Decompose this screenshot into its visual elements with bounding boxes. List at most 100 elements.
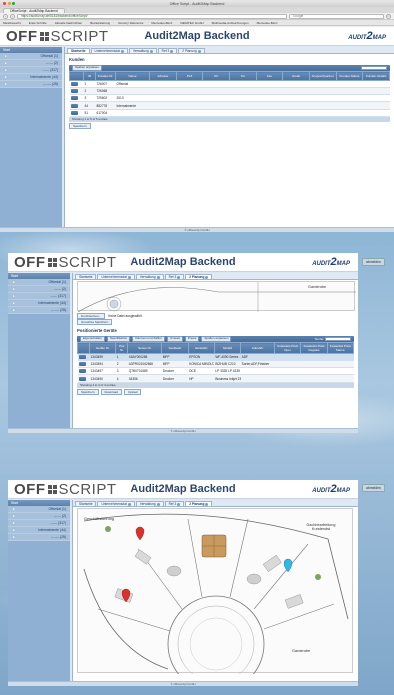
- table-row[interactable]: 44 882778 Internalmente: [69, 101, 390, 110]
- subtab-umwelt[interactable]: Umwelt: [166, 336, 183, 342]
- tab-unternehmensdaten[interactable]: Unternehmensdat: [97, 501, 135, 506]
- edit-row-button[interactable]: [78, 355, 86, 360]
- tab-verwaltung[interactable]: Verwaltung: [135, 501, 164, 506]
- edit-row-button[interactable]: [70, 82, 78, 87]
- expand-icon[interactable]: ▸: [5, 53, 7, 59]
- home-icon[interactable]: ⌂: [386, 13, 391, 19]
- edit-row-button[interactable]: [70, 103, 78, 108]
- app-window-3: OFF SCRIPT Audit2Map Backend AUDIT2MAP S…: [8, 480, 358, 686]
- upload-button[interactable]: Upload: [123, 388, 142, 395]
- floorplan-canvas[interactable]: Geschäftsführung Dachbearbeitung Kundend…: [77, 508, 353, 686]
- table-row[interactable]: 3 725602 2013: [69, 94, 390, 103]
- tab-unternehmensdaten[interactable]: Unternehmensdat: [97, 274, 135, 279]
- sidebar-item[interactable]: ▸ Internalmente (44): [0, 74, 62, 81]
- table-row[interactable]: 1 726007 Offsmial: [69, 80, 390, 89]
- main-content: Startseite Unternehmensdat Verwaltung Re…: [72, 273, 358, 433]
- edit-row-button[interactable]: [78, 376, 86, 381]
- sidebar-item[interactable]: ▸ Offsmial (1): [8, 279, 70, 286]
- save-button[interactable]: Speichern: [77, 388, 99, 395]
- window-controls: [3, 2, 15, 5]
- browser-tab[interactable]: OfficeScript - Audit2Map Backend: [3, 8, 65, 13]
- forward-arrow-icon[interactable]: ›: [10, 13, 15, 19]
- sidebar-item[interactable]: ▸ ------ (2): [8, 513, 70, 520]
- plan-label: Garderobe: [292, 649, 311, 653]
- minimize-window-button[interactable]: [7, 2, 11, 5]
- logout-button[interactable]: abmelden: [362, 258, 385, 266]
- bookmark-item[interactable]: Grocery Reference: [118, 21, 143, 25]
- tab-ref3[interactable]: Ref 3: [157, 48, 178, 53]
- save-button[interactable]: Speichern: [69, 122, 91, 129]
- sidebar-item[interactable]: ▸ ------- (25): [0, 81, 62, 88]
- browser-search-input[interactable]: Google: [289, 13, 384, 19]
- sidebar-item[interactable]: ▸ Internalmente (44): [8, 300, 70, 307]
- sidebar-item[interactable]: ▸ ------ (317): [0, 67, 62, 74]
- sidebar-item[interactable]: ▸ ------ (2): [8, 286, 70, 293]
- table-row[interactable]: 1343499 1 X6AY000258 MFP EPSON WF-4090 Series…: [77, 353, 354, 362]
- bookmark-item[interactable]: Betriebsleitung: [90, 21, 110, 25]
- edit-row-button[interactable]: [78, 362, 86, 367]
- columns-button[interactable]: Spalten anpassen: [201, 336, 232, 342]
- subtab-preise[interactable]: Preise: [184, 336, 200, 342]
- sidebar-item[interactable]: ▸ ------- (25): [8, 534, 70, 541]
- close-tab-icon: [149, 49, 153, 53]
- table-row[interactable]: 1343494 2 A3PR021062666 MFP KONICA MINOLTA BI…: [77, 360, 354, 369]
- tab-startseite[interactable]: Startseite: [67, 48, 90, 53]
- expand-icon[interactable]: ▸: [5, 67, 7, 73]
- table-search-input[interactable]: [325, 337, 351, 341]
- edit-row-button[interactable]: [70, 96, 78, 101]
- expand-icon[interactable]: ▸: [5, 74, 7, 80]
- tab-verwaltung[interactable]: Verwaltung: [135, 274, 164, 279]
- bookmark-item[interactable]: Mercedes-Benz: [257, 21, 278, 25]
- edit-row-button[interactable]: [78, 369, 86, 374]
- bookmark-item[interactable]: Aktuelle Nachrichten: [55, 21, 83, 25]
- table-row[interactable]: 1343497 3 Q7B0701589 Drucker OCE LP 3335 LP 4…: [77, 367, 354, 376]
- sidebar-item[interactable]: ▸ ------ (2): [0, 60, 62, 67]
- url-bar[interactable]: https://audit-map.de/8181/backend/office…: [17, 13, 287, 19]
- sidebar-item[interactable]: ▸ ------- (25): [8, 307, 70, 314]
- back-arrow-icon[interactable]: ‹: [3, 13, 8, 19]
- close-window-button[interactable]: [3, 2, 6, 5]
- status-bar: © officescript GmbH: [8, 428, 358, 433]
- sidebar-item[interactable]: ▸ ------ (317): [8, 520, 70, 527]
- tab-ref3[interactable]: Ref 3: [164, 501, 185, 506]
- tab-bar: Startseite Unternehmensdat Verwaltung Re…: [73, 273, 358, 280]
- table-search-input[interactable]: [361, 66, 387, 70]
- tab-planung[interactable]: 2 Planung: [185, 274, 213, 279]
- sidebar-item[interactable]: ▸ Offsmial (1): [8, 506, 70, 513]
- tab-ref3[interactable]: Ref 3: [164, 274, 185, 279]
- maximize-window-button[interactable]: [12, 2, 15, 5]
- floorplan-preview[interactable]: Garderobe: [77, 281, 356, 313]
- table-row[interactable]: 2 726068: [69, 87, 390, 96]
- tab-planung[interactable]: 2 Planung: [178, 48, 205, 53]
- sidebar-item[interactable]: ▸ ------ (317): [8, 293, 70, 300]
- table-row[interactable]: 51 617004: [69, 109, 390, 117]
- table-row[interactable]: 1343490434356DruckerHPBusiness Inkjet 23…: [77, 374, 354, 383]
- edit-row-button[interactable]: [70, 89, 78, 94]
- bookmark-item[interactable]: Erste Schritte: [29, 21, 47, 25]
- expand-icon[interactable]: ▸: [5, 60, 7, 66]
- tab-verwaltung[interactable]: Verwaltung: [128, 48, 157, 53]
- columns-button[interactable]: Spalten anpassen: [72, 65, 103, 71]
- tab-planung[interactable]: 2 Planung: [185, 501, 213, 506]
- table-search: [361, 66, 387, 70]
- sidebar-item[interactable]: ▸ Internalmente (44): [8, 527, 70, 534]
- bookmark-item[interactable]: Mercedes-Benz: [151, 21, 172, 25]
- tab-startseite[interactable]: Startseite: [75, 274, 97, 279]
- tab-unternehmensdaten[interactable]: Unternehmensdat: [90, 48, 128, 53]
- tab-startseite[interactable]: Startseite: [75, 501, 97, 506]
- browser-window: Office Script - Audit2Map Backend Office…: [0, 0, 394, 232]
- subtab-spezifikation[interactable]: Spezifikation: [107, 336, 131, 342]
- download-button[interactable]: Download: [100, 388, 122, 395]
- bookmark-item[interactable]: Multimedia-Aufzeichnungen: [212, 21, 249, 25]
- audit2map-logo: AUDIT2MAP: [312, 256, 350, 268]
- sidebar-item[interactable]: ▸ Offsmial (1): [0, 53, 62, 60]
- subtab-volumen[interactable]: Volumen und Zähler: [132, 336, 165, 342]
- bookmark-item[interactable]: DEFATEC GmbH: [180, 21, 203, 25]
- subtab-eigenschaften[interactable]: Eigenschaften: [80, 336, 106, 342]
- expand-icon[interactable]: ▸: [5, 81, 7, 87]
- bookmark-item[interactable]: Meistbesucht: [3, 21, 21, 25]
- plan-label: Garderobe: [308, 285, 327, 289]
- logout-button[interactable]: abmelden: [362, 484, 385, 492]
- app-header: OFF SCRIPT Audit2Map Backend AUDIT2MAP: [8, 253, 358, 272]
- edit-row-button[interactable]: [70, 110, 78, 115]
